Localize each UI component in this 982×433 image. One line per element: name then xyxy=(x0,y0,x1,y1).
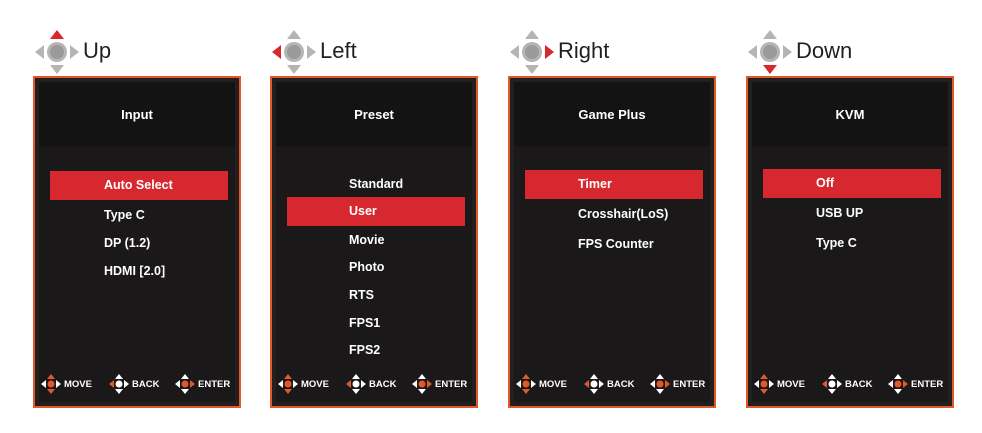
footer-enter: ENTER xyxy=(650,372,705,396)
menu-item-fps-counter[interactable]: FPS Counter xyxy=(525,230,703,259)
footer-move: MOVE xyxy=(41,372,92,396)
enter-icon xyxy=(888,374,908,394)
menu-item-type-c[interactable]: Type C xyxy=(50,201,228,230)
footer-back: BACK xyxy=(109,372,159,396)
footer-move: MOVE xyxy=(754,372,805,396)
move-icon xyxy=(516,374,536,394)
move-icon xyxy=(41,374,61,394)
enter-icon xyxy=(175,374,195,394)
panel-footer: MOVE BACK ENTER xyxy=(39,372,235,396)
menu-item-photo[interactable]: Photo xyxy=(287,253,465,282)
direction-label: Down xyxy=(796,38,853,63)
footer-enter: ENTER xyxy=(888,372,943,396)
footer-move: MOVE xyxy=(278,372,329,396)
osd-panel-kvm: KVM Off USB UP Type C MOVE BACK ENTER xyxy=(746,76,954,408)
menu-item-fps2[interactable]: FPS2 xyxy=(287,336,465,365)
menu-item-standard[interactable]: Standard xyxy=(287,170,465,199)
menu-item-usb-up[interactable]: USB UP xyxy=(763,199,941,228)
dpad-right-icon xyxy=(510,30,554,74)
osd-panel-game-plus: Game Plus Timer Crosshair(LoS) FPS Count… xyxy=(508,76,716,408)
menu-item-dp[interactable]: DP (1.2) xyxy=(50,229,228,258)
direction-label: Left xyxy=(320,38,357,63)
dpad-left-icon xyxy=(272,30,316,74)
back-icon xyxy=(346,374,366,394)
move-icon xyxy=(278,374,298,394)
direction-heading: Left xyxy=(270,28,482,76)
footer-back: BACK xyxy=(584,372,634,396)
panel-footer: MOVE BACK ENTER xyxy=(752,372,948,396)
dpad-down-icon xyxy=(748,30,792,74)
back-icon xyxy=(109,374,129,394)
column-right: Right Game Plus Timer Crosshair(LoS) FPS… xyxy=(508,0,720,433)
direction-heading: Up xyxy=(33,28,245,76)
menu-item-movie[interactable]: Movie xyxy=(287,226,465,255)
menu-item-rts[interactable]: RTS xyxy=(287,281,465,310)
dpad-up-icon xyxy=(35,30,79,74)
menu-item-fps1[interactable]: FPS1 xyxy=(287,309,465,338)
direction-label: Up xyxy=(83,38,112,63)
panel-title: KVM xyxy=(752,82,948,146)
menu-item-off[interactable]: Off xyxy=(763,169,941,198)
direction-heading: Down xyxy=(746,28,958,76)
menu-item-type-c[interactable]: Type C xyxy=(763,229,941,258)
menu-item-crosshair[interactable]: Crosshair(LoS) xyxy=(525,200,703,229)
menu-item-hdmi[interactable]: HDMI [2.0] xyxy=(50,257,228,286)
panel-footer: MOVE BACK ENTER xyxy=(514,372,710,396)
footer-enter: ENTER xyxy=(175,372,230,396)
menu-item-timer[interactable]: Timer xyxy=(525,170,703,199)
move-icon xyxy=(754,374,774,394)
column-down: Down KVM Off USB UP Type C MOVE BACK ENT… xyxy=(746,0,958,433)
footer-back: BACK xyxy=(822,372,872,396)
panel-title: Game Plus xyxy=(514,82,710,146)
footer-move: MOVE xyxy=(516,372,567,396)
osd-panel-input: Input Auto Select Type C DP (1.2) HDMI [… xyxy=(33,76,241,408)
column-up: Up Input Auto Select Type C DP (1.2) HDM… xyxy=(33,0,245,433)
menu-item-user[interactable]: User xyxy=(287,197,465,226)
direction-label: Right xyxy=(558,38,610,63)
panel-title: Input xyxy=(39,82,235,146)
column-left: Left Preset Standard User Movie Photo RT… xyxy=(270,0,482,433)
panel-footer: MOVE BACK ENTER xyxy=(276,372,472,396)
direction-heading: Right xyxy=(508,28,720,76)
footer-back: BACK xyxy=(346,372,396,396)
enter-icon xyxy=(650,374,670,394)
enter-icon xyxy=(412,374,432,394)
osd-panel-preset: Preset Standard User Movie Photo RTS FPS… xyxy=(270,76,478,408)
back-icon xyxy=(822,374,842,394)
menu-item-auto-select[interactable]: Auto Select xyxy=(50,171,228,200)
footer-enter: ENTER xyxy=(412,372,467,396)
back-icon xyxy=(584,374,604,394)
panel-title: Preset xyxy=(276,82,472,146)
